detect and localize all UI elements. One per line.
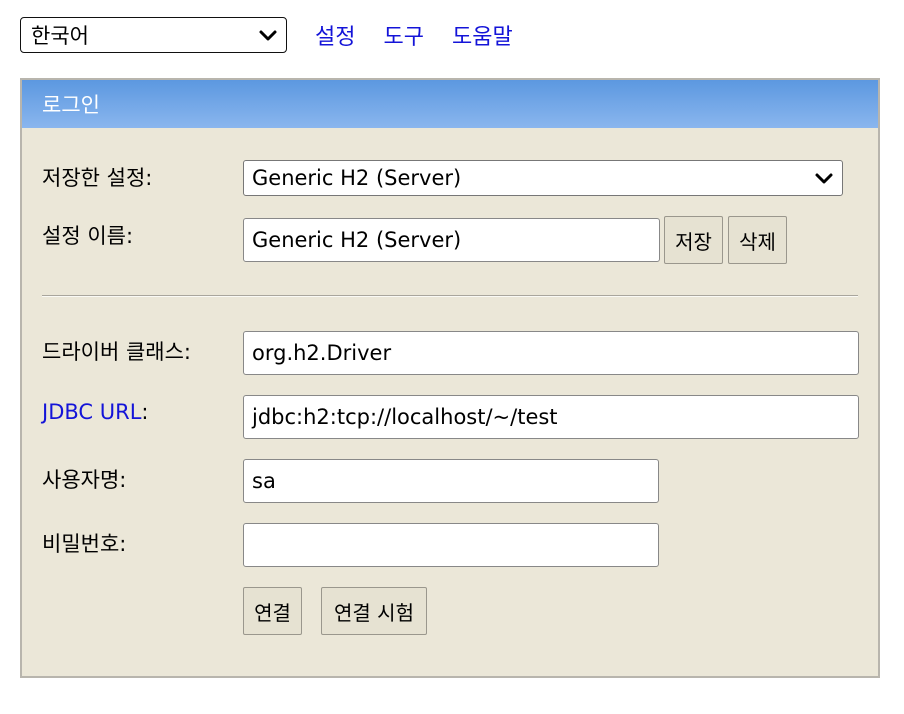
language-select[interactable]: 한국어 — [20, 17, 287, 53]
driver-class-input[interactable]: org.h2.Driver — [243, 331, 859, 375]
jdbc-url-link[interactable]: JDBC URL — [42, 400, 141, 424]
login-panel: 로그인 저장한 설정: Generic H2 (Server) 설정 이름: G… — [20, 78, 880, 678]
password-label: 비밀번호: — [42, 532, 127, 556]
jdbc-url-label: JDBC URL: — [42, 400, 148, 424]
driver-class-label: 드라이버 클래스: — [42, 340, 191, 364]
test-connection-button[interactable]: 연결 시험 — [321, 587, 427, 635]
jdbc-url-input[interactable]: jdbc:h2:tcp://localhost/~/test — [243, 395, 859, 439]
top-bar: 한국어 설정 도구 도움말 — [20, 16, 513, 54]
setting-name-input[interactable]: Generic H2 (Server) — [243, 218, 660, 262]
saved-settings-label: 저장한 설정: — [42, 166, 153, 190]
username-label: 사용자명: — [42, 468, 127, 492]
panel-title: 로그인 — [42, 93, 100, 117]
save-button[interactable]: 저장 — [664, 216, 723, 264]
setting-name-label: 설정 이름: — [42, 224, 134, 248]
saved-settings-select[interactable]: Generic H2 (Server) — [243, 160, 843, 196]
jdbc-url-colon: : — [141, 400, 149, 424]
help-link[interactable]: 도움말 — [452, 19, 513, 51]
tools-link[interactable]: 도구 — [383, 19, 423, 51]
username-input[interactable]: sa — [243, 459, 659, 503]
language-select-value: 한국어 — [31, 24, 89, 48]
divider — [42, 295, 858, 297]
chevron-down-icon — [815, 173, 833, 184]
saved-settings-value: Generic H2 (Server) — [252, 166, 462, 190]
password-input[interactable] — [243, 523, 659, 567]
chevron-down-icon — [259, 30, 277, 41]
settings-link[interactable]: 설정 — [315, 19, 355, 51]
delete-button[interactable]: 삭제 — [728, 216, 787, 264]
connect-button[interactable]: 연결 — [243, 587, 302, 635]
panel-header: 로그인 — [22, 80, 878, 128]
